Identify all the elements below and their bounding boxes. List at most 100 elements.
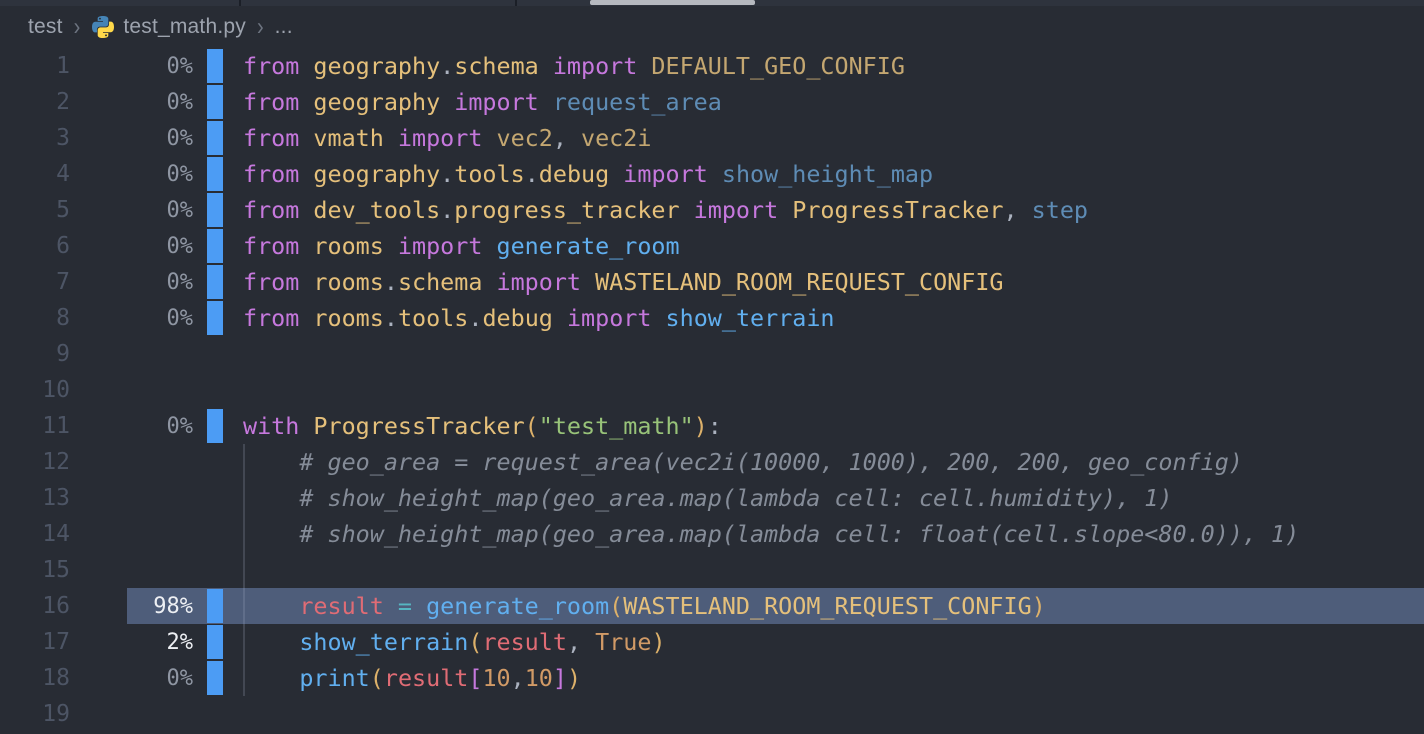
line-number[interactable]: 3	[0, 125, 70, 151]
line-number[interactable]: 10	[0, 377, 70, 403]
code-text[interactable]: from geography.tools.debug import show_h…	[243, 156, 1424, 192]
breadcrumb-symbol[interactable]: ...	[275, 15, 293, 39]
code-text[interactable]: print(result[10,10])	[243, 660, 1424, 696]
code-line[interactable]: 12 # geo_area = request_area(vec2i(10000…	[0, 444, 1424, 480]
gutter-indicator-slot	[193, 372, 243, 408]
code-token: show_terrain	[299, 628, 468, 656]
code-token: WASTELAND_ROOM_REQUEST_CONFIG	[595, 268, 1003, 296]
code-line[interactable]: 180% print(result[10,10])	[0, 660, 1424, 696]
code-line[interactable]: 40%from geography.tools.debug import sho…	[0, 156, 1424, 192]
code-line[interactable]: 20%from geography import request_area	[0, 84, 1424, 120]
code-token: geography	[313, 88, 454, 116]
line-number[interactable]: 2	[0, 89, 70, 115]
code-text[interactable]: from vmath import vec2, vec2i	[243, 120, 1424, 156]
horizontal-scrollbar-thumb[interactable]	[590, 0, 755, 5]
gutter-indicator-slot	[193, 588, 243, 624]
code-line[interactable]: 50%from dev_tools.progress_tracker impor…	[0, 192, 1424, 228]
code-token	[243, 448, 299, 476]
code-token: rooms	[313, 232, 398, 260]
code-token: schema	[454, 52, 553, 80]
code-token: from	[243, 160, 313, 188]
breadcrumb-folder[interactable]: test	[28, 15, 63, 39]
line-number[interactable]: 11	[0, 413, 70, 439]
line-number[interactable]: 18	[0, 665, 70, 691]
coverage-percent: 0%	[70, 234, 193, 259]
line-number[interactable]: 15	[0, 557, 70, 583]
line-number[interactable]: 19	[0, 701, 70, 727]
code-line[interactable]: 10%from geography.schema import DEFAULT_…	[0, 48, 1424, 84]
code-line[interactable]: 70%from rooms.schema import WASTELAND_RO…	[0, 264, 1424, 300]
code-token: import	[623, 160, 722, 188]
coverage-gutter-bar	[207, 301, 223, 335]
code-line[interactable]: 110% with ProgressTracker("test_math"):	[0, 408, 1424, 444]
code-line[interactable]: 60% from rooms import generate_room	[0, 228, 1424, 264]
code-token: from	[243, 124, 313, 152]
line-number[interactable]: 6	[0, 233, 70, 259]
code-token: rooms	[313, 304, 383, 332]
gutter-indicator-slot	[193, 516, 243, 552]
coverage-percent: 0%	[70, 126, 193, 151]
code-token: .	[468, 304, 482, 332]
breadcrumb-file[interactable]: test_math.py	[123, 15, 246, 39]
line-number[interactable]: 7	[0, 269, 70, 295]
gutter-indicator-slot	[193, 552, 243, 588]
code-line[interactable]: 80%from rooms.tools.debug import show_te…	[0, 300, 1424, 336]
coverage-gutter-bar	[207, 85, 223, 119]
coverage-gutter-bar	[207, 193, 223, 227]
code-line[interactable]: 172% show_terrain(result, True)	[0, 624, 1424, 660]
code-token: :	[708, 412, 722, 440]
code-line[interactable]: 19	[0, 696, 1424, 732]
code-token: WASTELAND_ROOM_REQUEST_CONFIG	[623, 592, 1031, 620]
code-token: 10	[482, 664, 510, 692]
code-text[interactable]: from geography import request_area	[243, 84, 1424, 120]
code-text[interactable]: # show_height_map(geo_area.map(lambda ce…	[243, 480, 1424, 516]
code-token	[243, 592, 299, 620]
code-line[interactable]: 15	[0, 552, 1424, 588]
gutter-indicator-slot	[193, 84, 243, 120]
gutter-indicator-slot	[193, 48, 243, 84]
code-token: ]	[553, 664, 567, 692]
code-token: from	[243, 88, 313, 116]
line-number[interactable]: 13	[0, 485, 70, 511]
line-number[interactable]: 1	[0, 53, 70, 79]
code-text[interactable]: with ProgressTracker("test_math"):	[243, 408, 1424, 444]
line-number[interactable]: 9	[0, 341, 70, 367]
code-text[interactable]: from rooms.tools.debug import show_terra…	[243, 300, 1424, 336]
gutter-indicator-slot	[193, 192, 243, 228]
line-number[interactable]: 17	[0, 629, 70, 655]
code-token: )	[694, 412, 708, 440]
code-token: import	[398, 124, 497, 152]
code-token: show_terrain	[666, 304, 835, 332]
code-line[interactable]: 30% from vmath import vec2, vec2i	[0, 120, 1424, 156]
line-number[interactable]: 4	[0, 161, 70, 187]
code-text[interactable]: show_terrain(result, True)	[243, 624, 1424, 660]
code-token: import	[398, 232, 497, 260]
code-line[interactable]: 9	[0, 336, 1424, 372]
line-number[interactable]: 5	[0, 197, 70, 223]
code-token: with	[243, 412, 313, 440]
code-text[interactable]: from geography.schema import DEFAULT_GEO…	[243, 48, 1424, 84]
code-line[interactable]: 14 # show_height_map(geo_area.map(lambda…	[0, 516, 1424, 552]
line-number[interactable]: 16	[0, 593, 70, 619]
code-token: ,	[511, 664, 525, 692]
code-token: .	[384, 304, 398, 332]
breadcrumb: test › test_math.py › ...	[0, 6, 1424, 48]
code-text[interactable]: from rooms import generate_room	[243, 228, 1424, 264]
code-line[interactable]: 1698% result = generate_room(WASTELAND_R…	[0, 588, 1424, 624]
code-token: rooms	[313, 268, 383, 296]
code-token: tools	[454, 160, 524, 188]
line-number[interactable]: 8	[0, 305, 70, 331]
code-token: geography	[313, 52, 440, 80]
code-token: import	[497, 268, 596, 296]
code-line[interactable]: 10	[0, 372, 1424, 408]
line-number[interactable]: 12	[0, 449, 70, 475]
code-token: 10	[525, 664, 553, 692]
code-line[interactable]: 13 # show_height_map(geo_area.map(lambda…	[0, 480, 1424, 516]
code-text[interactable]: # geo_area = request_area(vec2i(10000, 1…	[243, 444, 1424, 480]
code-text[interactable]: result = generate_room(WASTELAND_ROOM_RE…	[243, 588, 1424, 624]
code-text[interactable]: from rooms.schema import WASTELAND_ROOM_…	[243, 264, 1424, 300]
line-number[interactable]: 14	[0, 521, 70, 547]
coverage-percent: 0%	[70, 414, 193, 439]
code-text[interactable]: # show_height_map(geo_area.map(lambda ce…	[243, 516, 1424, 552]
code-text[interactable]: from dev_tools.progress_tracker import P…	[243, 192, 1424, 228]
